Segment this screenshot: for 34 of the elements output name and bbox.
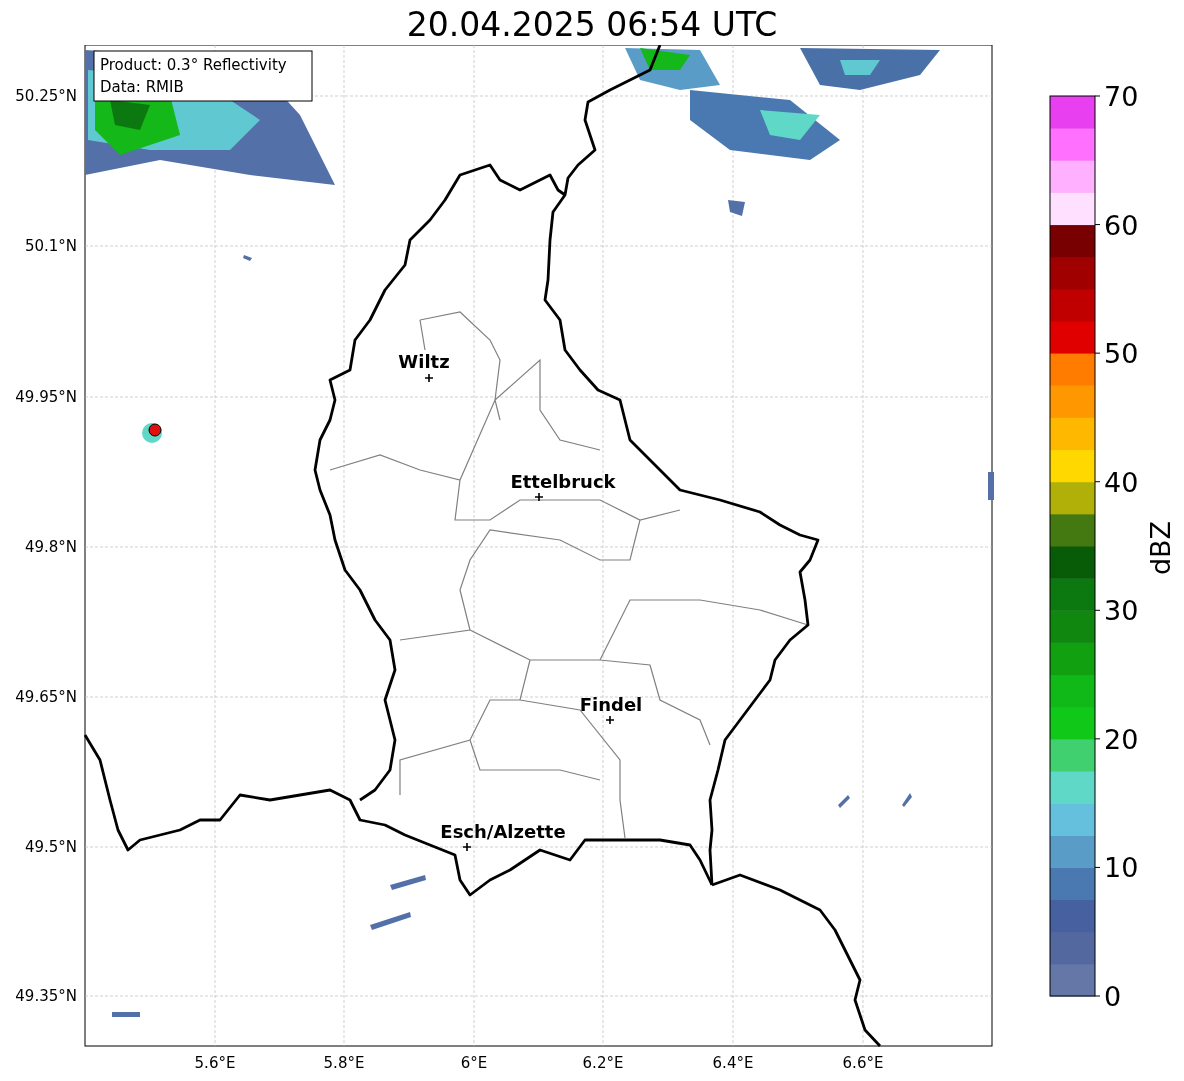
longitude-label: 6.6°E xyxy=(842,1054,884,1072)
colorbar-tick-label: 50 xyxy=(1104,338,1139,370)
radar-site-icon xyxy=(148,423,162,437)
colorbar-label: dBZ xyxy=(1145,520,1176,576)
colorbar-tick-label: 10 xyxy=(1104,852,1139,884)
longitude-label: 5.6°E xyxy=(194,1054,236,1072)
latitude-label: 49.35°N xyxy=(15,987,77,1005)
city-marker-icon xyxy=(534,492,544,502)
latitude-label: 50.1°N xyxy=(24,237,77,255)
city-marker-icon xyxy=(462,842,472,852)
info-text: Data: RMIB xyxy=(100,78,184,96)
longitude-label: 6.2°E xyxy=(582,1054,624,1072)
latitude-label: 49.5°N xyxy=(24,838,77,856)
latitude-label: 49.8°N xyxy=(24,538,77,556)
longitude-label: 6.4°E xyxy=(712,1054,754,1072)
colorbar-tick-label: 70 xyxy=(1104,81,1139,112)
colorbar-tick-label: 20 xyxy=(1104,723,1139,755)
colorbar-tick-label: 30 xyxy=(1104,595,1139,627)
latitude-label: 50.25°N xyxy=(15,87,77,105)
latitude-label: 49.95°N xyxy=(15,388,77,406)
plot-title: 20.04.2025 06:54 UTC xyxy=(405,4,779,45)
city-label: Wiltz xyxy=(398,351,450,372)
city-marker-icon xyxy=(424,373,434,383)
city-marker-icon xyxy=(605,715,615,725)
city-label: Findel xyxy=(579,694,643,715)
city-label: Esch/Alzette xyxy=(440,821,566,842)
colorbar-tick-label: 60 xyxy=(1104,209,1139,241)
info-text: Product: 0.3° Reflectivity xyxy=(100,56,287,74)
colorbar-tick-label: 40 xyxy=(1104,466,1139,498)
latitude-label: 49.65°N xyxy=(15,688,77,706)
longitude-label: 5.8°E xyxy=(323,1054,365,1072)
city-label: Ettelbruck xyxy=(510,471,616,492)
longitude-label: 6°E xyxy=(460,1054,488,1072)
colorbar-tick-label: 0 xyxy=(1104,981,1122,1012)
